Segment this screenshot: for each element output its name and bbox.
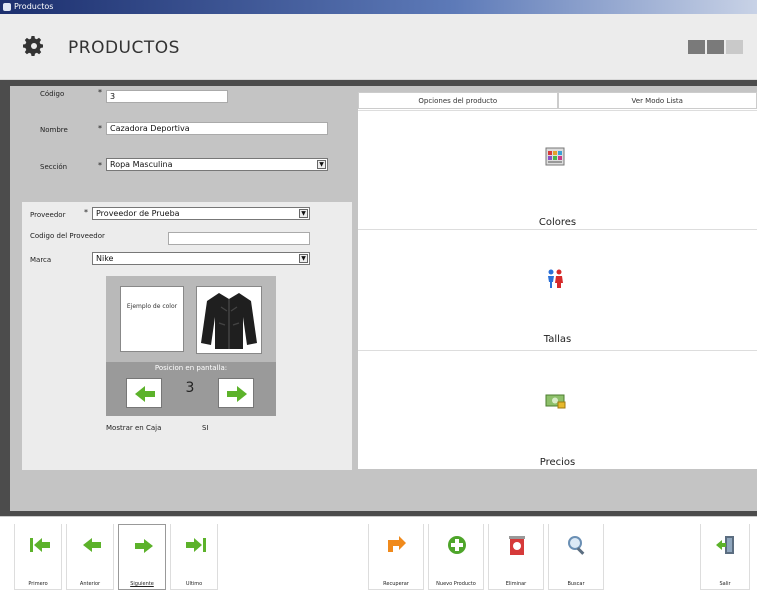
- proveedor-value: Proveedor de Prueba: [96, 209, 180, 218]
- options-tabs: Opciones del producto Ver Modo Lista: [358, 92, 757, 109]
- app-icon: [3, 3, 11, 11]
- marca-select[interactable]: Nike ▼: [92, 252, 310, 265]
- window-title: Productos: [14, 2, 54, 11]
- arrow-right-icon: [135, 539, 153, 553]
- color-swatch[interactable]: Ejemplo de color: [120, 286, 184, 352]
- recuperar-label: Recuperar: [383, 581, 409, 587]
- arrow-left-icon: [135, 386, 155, 402]
- exit-door-icon: [716, 536, 734, 554]
- buscar-label: Buscar: [567, 581, 585, 587]
- trash-icon: [509, 536, 525, 555]
- codigo-proveedor-label: Codigo del Proveedor: [30, 232, 105, 240]
- nuevo-producto-button[interactable]: Nuevo Producto: [428, 524, 484, 590]
- siguiente-label: Siguiente: [130, 581, 154, 587]
- tab-modo-lista[interactable]: Ver Modo Lista: [557, 92, 757, 109]
- nuevo-producto-label: Nuevo Producto: [436, 581, 476, 587]
- eliminar-button[interactable]: Eliminar: [488, 524, 544, 590]
- option-precios[interactable]: Precios: [358, 350, 757, 469]
- salir-label: Salir: [719, 581, 731, 587]
- gear-icon: [23, 36, 43, 56]
- seccion-label: Sección: [40, 163, 68, 171]
- chevron-down-icon[interactable]: ▼: [317, 160, 326, 169]
- people-icon: [548, 269, 563, 288]
- marca-value: Nike: [96, 254, 114, 263]
- arrow-left-icon: [83, 538, 101, 552]
- window-controls: [688, 40, 743, 54]
- mostrar-label: Mostrar en Caja: [106, 424, 162, 432]
- precios-label: Precios: [539, 457, 576, 468]
- anterior-button[interactable]: Anterior: [66, 524, 114, 590]
- money-icon: [545, 394, 566, 409]
- salir-button[interactable]: Salir: [700, 524, 750, 590]
- nombre-field[interactable]: Cazadora Deportiva: [106, 122, 328, 135]
- seccion-value: Ropa Masculina: [110, 160, 173, 169]
- nombre-required-mark: *: [98, 124, 102, 133]
- anterior-label: Anterior: [79, 581, 101, 587]
- search-icon: [568, 536, 585, 555]
- first-arrow-icon: [30, 538, 50, 552]
- siguiente-button[interactable]: Siguiente: [118, 524, 166, 590]
- codigo-required-mark: *: [98, 88, 102, 97]
- tallas-label: Tallas: [543, 334, 572, 345]
- last-arrow-icon: [186, 538, 206, 552]
- posicion-value: 3: [185, 380, 195, 396]
- ultimo-label: Ultimo: [185, 581, 203, 587]
- proveedor-label: Proveedor: [30, 211, 66, 219]
- primero-button[interactable]: Primero: [14, 524, 62, 590]
- proveedor-select[interactable]: Proveedor de Prueba ▼: [92, 207, 310, 220]
- option-colores[interactable]: Colores: [358, 110, 757, 228]
- nombre-label: Nombre: [40, 126, 68, 134]
- buscar-button[interactable]: Buscar: [548, 524, 604, 590]
- eliminar-label: Eliminar: [505, 581, 527, 587]
- swatch-text: Ejemplo de color: [126, 303, 178, 310]
- close-button[interactable]: [726, 40, 743, 54]
- codigo-field[interactable]: 3: [106, 90, 228, 103]
- seccion-select[interactable]: Ropa Masculina ▼: [106, 158, 328, 171]
- title-bar: Productos: [0, 0, 757, 14]
- page-title: PRODUCTOS: [68, 38, 180, 58]
- products-window: Productos PRODUCTOS Código * 3 Nombre * …: [0, 0, 757, 590]
- palette-icon: [545, 147, 565, 166]
- seccion-required-mark: *: [98, 161, 102, 170]
- primero-label: Primero: [28, 581, 48, 587]
- codigo-proveedor-field[interactable]: [168, 232, 310, 245]
- product-image-box: Ejemplo de color Posicion en pantalla: 3: [106, 276, 276, 416]
- option-tallas[interactable]: Tallas: [358, 229, 757, 349]
- recuperar-button[interactable]: Recuperar: [368, 524, 424, 590]
- add-icon: [448, 536, 466, 554]
- chevron-down-icon[interactable]: ▼: [299, 254, 308, 263]
- minimize-button[interactable]: [688, 40, 705, 54]
- colores-label: Colores: [538, 217, 577, 228]
- chevron-down-icon[interactable]: ▼: [299, 209, 308, 218]
- position-next-button[interactable]: [218, 378, 254, 408]
- recover-icon: [388, 536, 406, 552]
- form-main-section: [22, 88, 352, 200]
- arrow-right-icon: [227, 386, 247, 402]
- tab-opciones[interactable]: Opciones del producto: [358, 92, 558, 109]
- jacket-icon: [201, 293, 257, 349]
- mostrar-value[interactable]: SI: [202, 424, 209, 432]
- ultimo-button[interactable]: Ultimo: [170, 524, 218, 590]
- maximize-button[interactable]: [707, 40, 724, 54]
- page-header: PRODUCTOS: [0, 14, 757, 80]
- proveedor-required-mark: *: [84, 208, 88, 217]
- codigo-label: Código: [40, 90, 65, 98]
- posicion-label: Posicion en pantalla:: [154, 364, 228, 372]
- product-image[interactable]: [196, 286, 262, 354]
- position-prev-button[interactable]: [126, 378, 162, 408]
- marca-label: Marca: [30, 256, 52, 264]
